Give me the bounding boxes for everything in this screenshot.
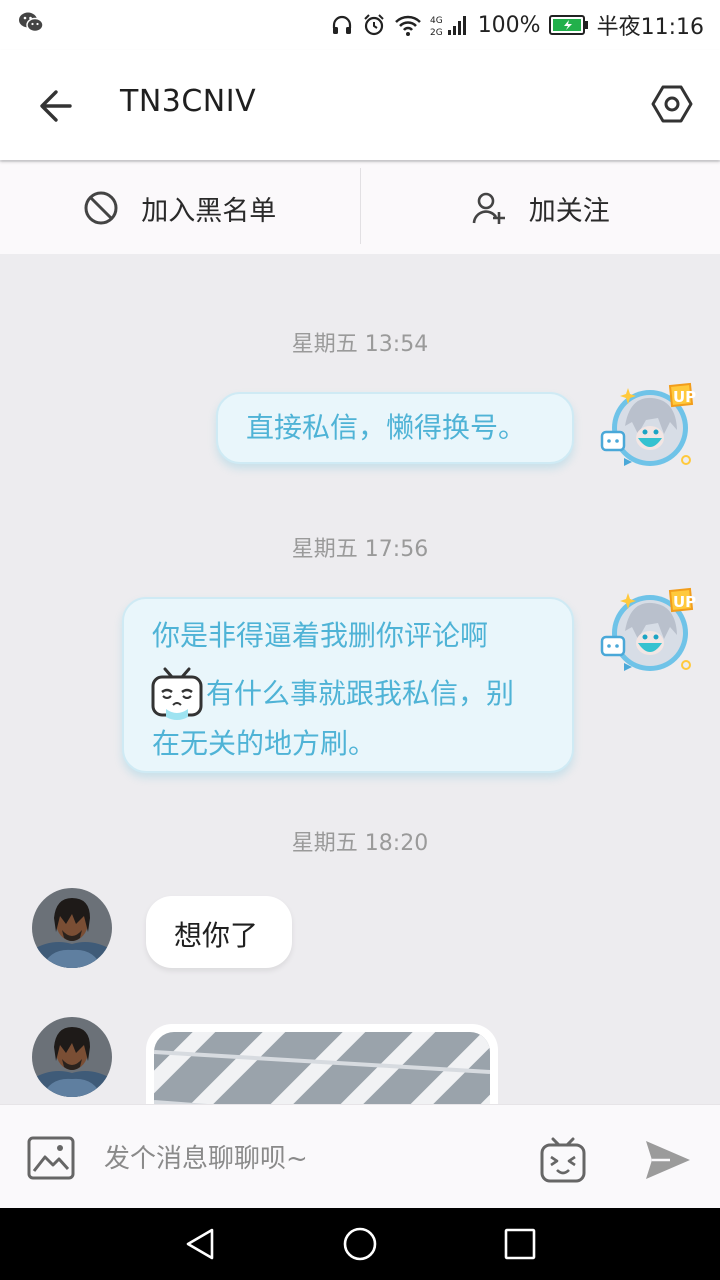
message-input[interactable] xyxy=(92,1131,512,1187)
battery-icon xyxy=(548,14,589,36)
arrow-left-icon xyxy=(40,90,72,122)
wifi-icon xyxy=(394,13,422,37)
app-bar: TN3CNIV xyxy=(0,50,720,160)
add-user-icon xyxy=(472,192,505,224)
attach-image-button[interactable] xyxy=(26,1135,76,1181)
shared-image[interactable] xyxy=(154,1032,490,1104)
square-recents-icon xyxy=(504,1228,536,1260)
message-composer xyxy=(0,1104,720,1208)
message-timestamp: 星期五 13:54 xyxy=(291,332,429,357)
outgoing-message[interactable]: 直接私信，懒得换号。 xyxy=(216,392,574,464)
message-text: 你是非得逼着我删你评论啊 xyxy=(152,619,489,652)
svg-text:UP: UP xyxy=(673,593,696,611)
chat-messages[interactable]: 星期五 13:54 直接私信，懒得换号。 UP 星期五 17:56 你是非得逼着… xyxy=(0,254,720,1104)
system-navigation-bar xyxy=(0,1208,720,1280)
page-title: TN3CNIV xyxy=(120,84,257,119)
message-text: 在无关的地方刷。 xyxy=(152,727,377,760)
hexagon-settings-icon xyxy=(651,85,693,123)
settings-button[interactable] xyxy=(650,82,694,126)
message-text: 有什么事就跟我私信，别 xyxy=(206,677,515,710)
message-timestamp: 星期五 18:20 xyxy=(291,831,429,856)
up-badge: UP xyxy=(668,587,696,613)
outgoing-message[interactable]: 你是非得逼着我删你评论啊 有什么事就跟我私信，别 在无关的地方刷。 xyxy=(122,597,574,773)
nav-recents-button[interactable] xyxy=(502,1226,538,1262)
follow-label: 加关注 xyxy=(528,195,610,227)
message-text: 想你了 xyxy=(174,919,259,952)
back-button[interactable] xyxy=(34,84,78,128)
contact-photo xyxy=(32,888,112,968)
message-timestamp: 星期五 17:56 xyxy=(291,537,429,562)
svg-text:UP: UP xyxy=(673,388,696,406)
block-icon xyxy=(84,191,118,225)
nav-back-button[interactable] xyxy=(182,1226,218,1262)
action-row: 加入黑名单 加关注 xyxy=(0,162,720,254)
tv-emoji-icon xyxy=(540,1137,586,1183)
send-icon xyxy=(646,1141,690,1179)
contact-photo xyxy=(32,1017,112,1097)
block-user-label: 加入黑名单 xyxy=(141,195,277,227)
circle-home-icon xyxy=(343,1227,377,1261)
battery-percent: 100% xyxy=(477,12,541,38)
emoji-button[interactable] xyxy=(538,1135,588,1185)
contact-avatar[interactable] xyxy=(32,1017,112,1097)
svg-text:4G: 4G xyxy=(430,16,443,26)
message-text: 直接私信，懒得换号。 xyxy=(246,411,527,444)
nav-home-button[interactable] xyxy=(342,1226,378,1262)
signal-icon: 4G 2G xyxy=(430,13,470,37)
triangle-back-icon xyxy=(186,1228,214,1260)
alarm-icon xyxy=(362,13,386,37)
avatar-with-up-badge: UP xyxy=(600,382,696,466)
my-avatar[interactable]: UP xyxy=(600,579,700,679)
incoming-message[interactable]: 想你了 xyxy=(146,896,292,968)
block-user-button[interactable]: 加入黑名单 xyxy=(0,162,360,254)
my-avatar[interactable]: UP xyxy=(600,374,700,474)
tv-crying-emoji-icon xyxy=(148,665,206,723)
headphone-icon xyxy=(330,13,354,37)
contact-avatar[interactable] xyxy=(32,888,112,968)
avatar-with-up-badge: UP xyxy=(600,587,696,671)
send-button[interactable] xyxy=(644,1139,692,1181)
svg-text:2G: 2G xyxy=(430,28,443,37)
image-icon xyxy=(27,1136,75,1180)
status-bar: 4G 2G 100% 半夜11:16 xyxy=(0,0,720,50)
up-badge: UP xyxy=(668,382,696,408)
wechat-icon xyxy=(18,11,44,39)
follow-button[interactable]: 加关注 xyxy=(361,162,720,254)
incoming-image-message[interactable] xyxy=(146,1024,498,1104)
clock: 半夜11:16 xyxy=(596,15,704,40)
